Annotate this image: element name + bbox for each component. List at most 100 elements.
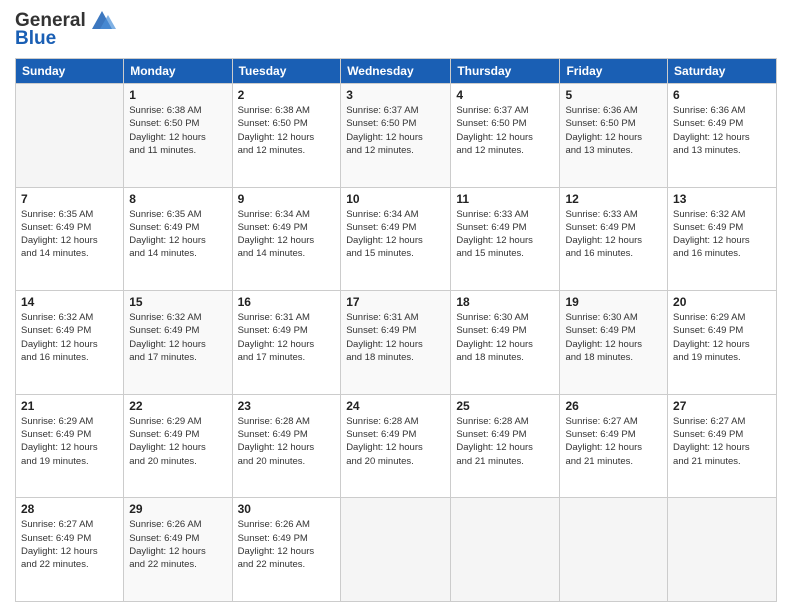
logo: General Blue (15, 10, 116, 50)
day-number: 25 (456, 399, 554, 413)
calendar-cell: 4 Sunrise: 6:37 AMSunset: 6:50 PMDaylight… (451, 84, 560, 188)
day-info: Sunrise: 6:26 AMSunset: 6:49 PMDaylight:… (129, 518, 226, 571)
day-info: Sunrise: 6:34 AMSunset: 6:49 PMDaylight:… (346, 208, 445, 261)
day-number: 28 (21, 502, 118, 516)
day-number: 22 (129, 399, 226, 413)
day-number: 27 (673, 399, 771, 413)
day-number: 17 (346, 295, 445, 309)
calendar-cell: 1 Sunrise: 6:38 AMSunset: 6:50 PMDaylight… (124, 84, 232, 188)
day-number: 10 (346, 192, 445, 206)
calendar-cell: 30 Sunrise: 6:26 AMSunset: 6:49 PMDayligh… (232, 498, 341, 602)
calendar-cell: 8 Sunrise: 6:35 AMSunset: 6:49 PMDaylight… (124, 187, 232, 291)
calendar-week-4: 21 Sunrise: 6:29 AMSunset: 6:49 PMDayligh… (16, 394, 777, 498)
calendar-cell: 11 Sunrise: 6:33 AMSunset: 6:49 PMDayligh… (451, 187, 560, 291)
day-number: 14 (21, 295, 118, 309)
day-info: Sunrise: 6:33 AMSunset: 6:49 PMDaylight:… (565, 208, 662, 261)
day-number: 2 (238, 88, 336, 102)
day-number: 4 (456, 88, 554, 102)
calendar-cell: 29Sunrise: 6:26 AMSunset: 6:49 PMDayligh… (124, 498, 232, 602)
calendar-cell: 19Sunrise: 6:30 AMSunset: 6:49 PMDayligh… (560, 291, 668, 395)
calendar-cell: 15 Sunrise: 6:32 AMSunset: 6:49 PMDayligh… (124, 291, 232, 395)
col-header-monday: Monday (124, 59, 232, 84)
day-info: Sunrise: 6:28 AMSunset: 6:49 PMDaylight:… (346, 415, 445, 468)
day-info: Sunrise: 6:36 AMSunset: 6:49 PMDaylight:… (673, 104, 771, 157)
day-info: Sunrise: 6:29 AMSunset: 6:49 PMDaylight:… (129, 415, 226, 468)
calendar-cell (560, 498, 668, 602)
day-number: 13 (673, 192, 771, 206)
calendar-cell: 10 Sunrise: 6:34 AMSunset: 6:49 PMDayligh… (341, 187, 451, 291)
calendar-cell: 20 Sunrise: 6:29 AMSunset: 6:49 PMDayligh… (668, 291, 777, 395)
day-info: Sunrise: 6:37 AMSunset: 6:50 PMDaylight:… (456, 104, 554, 157)
calendar-week-2: 7Sunrise: 6:35 AMSunset: 6:49 PMDaylight… (16, 187, 777, 291)
day-info: Sunrise: 6:35 AMSunset: 6:49 PMDaylight:… (129, 208, 226, 261)
day-number: 11 (456, 192, 554, 206)
day-info: Sunrise: 6:29 AMSunset: 6:49 PMDaylight:… (673, 311, 771, 364)
calendar-week-3: 14 Sunrise: 6:32 AMSunset: 6:49 PMDayligh… (16, 291, 777, 395)
day-number: 1 (129, 88, 226, 102)
calendar-cell: 23 Sunrise: 6:28 AMSunset: 6:49 PMDayligh… (232, 394, 341, 498)
day-info: Sunrise: 6:38 AMSunset: 6:50 PMDaylight:… (129, 104, 226, 157)
day-info: Sunrise: 6:28 AMSunset: 6:49 PMDaylight:… (456, 415, 554, 468)
calendar-cell: 26 Sunrise: 6:27 AMSunset: 6:49 PMDayligh… (560, 394, 668, 498)
day-info: Sunrise: 6:32 AMSunset: 6:49 PMDaylight:… (673, 208, 771, 261)
col-header-thursday: Thursday (451, 59, 560, 84)
day-info: Sunrise: 6:32 AMSunset: 6:49 PMDaylight:… (21, 311, 118, 364)
calendar-cell: 25 Sunrise: 6:28 AMSunset: 6:49 PMDayligh… (451, 394, 560, 498)
day-info: Sunrise: 6:27 AMSunset: 6:49 PMDaylight:… (21, 518, 118, 571)
day-info: Sunrise: 6:27 AMSunset: 6:49 PMDaylight:… (565, 415, 662, 468)
day-info: Sunrise: 6:28 AMSunset: 6:49 PMDaylight:… (238, 415, 336, 468)
col-header-tuesday: Tuesday (232, 59, 341, 84)
calendar-cell: 18Sunrise: 6:30 AMSunset: 6:49 PMDayligh… (451, 291, 560, 395)
day-info: Sunrise: 6:37 AMSunset: 6:50 PMDaylight:… (346, 104, 445, 157)
day-info: Sunrise: 6:29 AMSunset: 6:49 PMDaylight:… (21, 415, 118, 468)
day-number: 30 (238, 502, 336, 516)
day-number: 24 (346, 399, 445, 413)
day-info: Sunrise: 6:38 AMSunset: 6:50 PMDaylight:… (238, 104, 336, 157)
col-header-friday: Friday (560, 59, 668, 84)
day-number: 21 (21, 399, 118, 413)
day-number: 16 (238, 295, 336, 309)
day-info: Sunrise: 6:31 AMSunset: 6:49 PMDaylight:… (238, 311, 336, 364)
calendar-week-1: 1 Sunrise: 6:38 AMSunset: 6:50 PMDaylight… (16, 84, 777, 188)
logo-blue: Blue (15, 28, 56, 50)
calendar-cell: 3 Sunrise: 6:37 AMSunset: 6:50 PMDaylight… (341, 84, 451, 188)
day-info: Sunrise: 6:30 AMSunset: 6:49 PMDaylight:… (456, 311, 554, 364)
calendar-cell: 27 Sunrise: 6:27 AMSunset: 6:49 PMDayligh… (668, 394, 777, 498)
day-number: 5 (565, 88, 662, 102)
day-number: 6 (673, 88, 771, 102)
day-info: Sunrise: 6:34 AMSunset: 6:49 PMDaylight:… (238, 208, 336, 261)
calendar-cell: 16 Sunrise: 6:31 AMSunset: 6:49 PMDayligh… (232, 291, 341, 395)
calendar-cell: 22 Sunrise: 6:29 AMSunset: 6:49 PMDayligh… (124, 394, 232, 498)
day-info: Sunrise: 6:31 AMSunset: 6:49 PMDaylight:… (346, 311, 445, 364)
day-number: 9 (238, 192, 336, 206)
day-number: 26 (565, 399, 662, 413)
day-number: 15 (129, 295, 226, 309)
day-info: Sunrise: 6:32 AMSunset: 6:49 PMDaylight:… (129, 311, 226, 364)
col-header-saturday: Saturday (668, 59, 777, 84)
calendar-week-5: 28 Sunrise: 6:27 AMSunset: 6:49 PMDayligh… (16, 498, 777, 602)
day-number: 3 (346, 88, 445, 102)
day-info: Sunrise: 6:26 AMSunset: 6:49 PMDaylight:… (238, 518, 336, 571)
calendar-cell (341, 498, 451, 602)
day-info: Sunrise: 6:33 AMSunset: 6:49 PMDaylight:… (456, 208, 554, 261)
day-number: 23 (238, 399, 336, 413)
day-info: Sunrise: 6:27 AMSunset: 6:49 PMDaylight:… (673, 415, 771, 468)
calendar-cell: 14 Sunrise: 6:32 AMSunset: 6:49 PMDayligh… (16, 291, 124, 395)
calendar-cell: 5Sunrise: 6:36 AMSunset: 6:50 PMDaylight… (560, 84, 668, 188)
calendar-cell: 6 Sunrise: 6:36 AMSunset: 6:49 PMDaylight… (668, 84, 777, 188)
day-number: 19 (565, 295, 662, 309)
calendar-cell (451, 498, 560, 602)
day-number: 8 (129, 192, 226, 206)
calendar-cell (16, 84, 124, 188)
calendar-table: SundayMondayTuesdayWednesdayThursdayFrid… (15, 58, 777, 602)
calendar-cell: 17 Sunrise: 6:31 AMSunset: 6:49 PMDayligh… (341, 291, 451, 395)
calendar-header-row: SundayMondayTuesdayWednesdayThursdayFrid… (16, 59, 777, 84)
calendar-cell: 12Sunrise: 6:33 AMSunset: 6:49 PMDayligh… (560, 187, 668, 291)
logo-icon (88, 9, 116, 31)
calendar-cell: 21 Sunrise: 6:29 AMSunset: 6:49 PMDayligh… (16, 394, 124, 498)
calendar-cell: 2 Sunrise: 6:38 AMSunset: 6:50 PMDaylight… (232, 84, 341, 188)
col-header-sunday: Sunday (16, 59, 124, 84)
day-number: 20 (673, 295, 771, 309)
calendar-cell: 7Sunrise: 6:35 AMSunset: 6:49 PMDaylight… (16, 187, 124, 291)
col-header-wednesday: Wednesday (341, 59, 451, 84)
